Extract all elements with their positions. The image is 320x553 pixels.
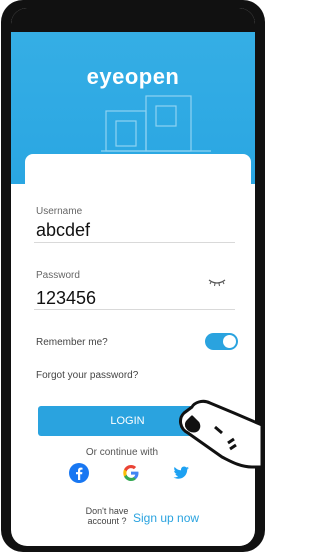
sign-up-link[interactable]: Sign up now	[133, 511, 199, 525]
password-label: Password	[36, 270, 80, 281]
password-underline	[34, 309, 235, 310]
status-bar	[11, 8, 255, 32]
facebook-icon[interactable]	[68, 462, 90, 484]
username-underline	[34, 242, 235, 243]
username-field[interactable]: abcdef	[36, 220, 90, 241]
building-illustration	[101, 95, 211, 152]
forgot-password-link[interactable]: Forgot your password?	[36, 370, 138, 381]
password-field[interactable]: 123456	[36, 288, 96, 309]
eye-closed-icon[interactable]	[207, 276, 227, 288]
remember-me-toggle[interactable]	[205, 333, 238, 350]
google-icon[interactable]	[120, 462, 142, 484]
tap-hand-icon	[179, 399, 264, 469]
remember-me-label: Remember me?	[36, 337, 108, 348]
toggle-knob	[223, 335, 236, 348]
no-account-label: Don't have account ?	[85, 506, 129, 526]
username-label: Username	[36, 206, 83, 217]
